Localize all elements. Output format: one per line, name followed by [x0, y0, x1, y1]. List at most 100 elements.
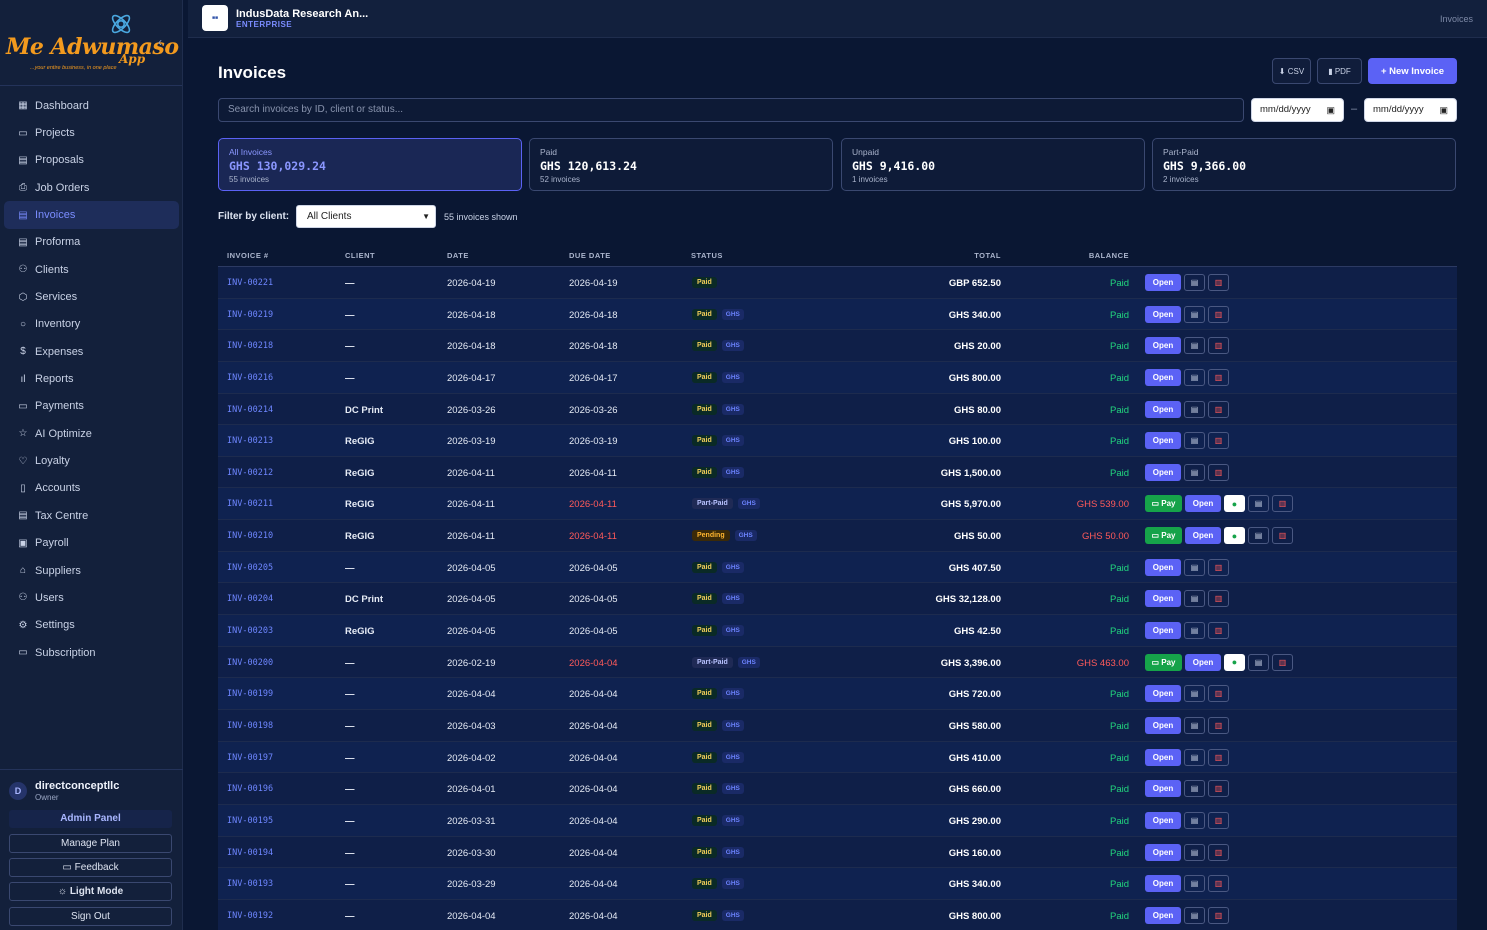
- invoice-number-link[interactable]: INV-00196: [227, 784, 273, 794]
- column-header[interactable]: DATE: [447, 251, 469, 260]
- trash-icon[interactable]: ▥: [1208, 811, 1229, 829]
- invoice-number-link[interactable]: INV-00197: [227, 753, 273, 763]
- document-icon[interactable]: ▤: [1184, 875, 1205, 893]
- document-icon[interactable]: ▤: [1184, 906, 1205, 924]
- trash-icon[interactable]: ▥: [1208, 875, 1229, 893]
- document-icon[interactable]: ▤: [1184, 305, 1205, 323]
- client-filter-select[interactable]: All Clients ▼: [296, 205, 436, 228]
- column-header[interactable]: DUE DATE: [569, 251, 611, 260]
- sidebar-item-job-orders[interactable]: ⎙ Job Orders: [4, 174, 179, 201]
- summary-card[interactable]: Unpaid GHS 9,416.00 1 invoices: [841, 138, 1145, 191]
- trash-icon[interactable]: ▥: [1208, 432, 1229, 450]
- open-button[interactable]: Open: [1145, 716, 1181, 734]
- invoice-number-link[interactable]: INV-00193: [227, 879, 273, 889]
- new-invoice-button[interactable]: + New Invoice: [1368, 58, 1457, 84]
- summary-card[interactable]: Part-Paid GHS 9,366.00 2 invoices: [1152, 138, 1456, 191]
- trash-icon[interactable]: ▥: [1208, 305, 1229, 323]
- invoice-number-link[interactable]: INV-00213: [227, 436, 273, 446]
- document-icon[interactable]: ▤: [1184, 716, 1205, 734]
- open-button[interactable]: Open: [1145, 463, 1181, 481]
- open-button[interactable]: Open: [1145, 622, 1181, 640]
- sidebar-item-inventory[interactable]: ○ Inventory: [4, 311, 179, 338]
- invoice-number-link[interactable]: INV-00219: [227, 310, 273, 320]
- invoice-number-link[interactable]: INV-00198: [227, 721, 273, 731]
- admin-panel-button[interactable]: Admin Panel: [9, 810, 172, 828]
- trash-icon[interactable]: ▥: [1208, 716, 1229, 734]
- open-button[interactable]: Open: [1145, 274, 1181, 291]
- calendar-icon[interactable]: ▣: [1439, 99, 1448, 121]
- trash-icon[interactable]: ▥: [1272, 527, 1293, 545]
- document-icon[interactable]: ▤: [1184, 400, 1205, 418]
- document-icon[interactable]: ▤: [1184, 843, 1205, 861]
- brand-logo[interactable]: Me Adwumaso App ...your entire business,…: [0, 0, 182, 86]
- trash-icon[interactable]: ▥: [1208, 590, 1229, 608]
- sidebar-item-reports[interactable]: ıl Reports: [4, 365, 179, 392]
- document-icon[interactable]: ▤: [1184, 337, 1205, 355]
- open-button[interactable]: Open: [1185, 653, 1221, 671]
- open-button[interactable]: Open: [1145, 368, 1181, 386]
- feedback-button[interactable]: ▭ Feedback: [9, 858, 172, 877]
- sidebar-item-services[interactable]: ⬡ Services: [4, 283, 179, 310]
- open-button[interactable]: Open: [1185, 495, 1221, 513]
- sidebar-item-settings[interactable]: ⚙ Settings: [4, 612, 179, 639]
- trash-icon[interactable]: ▥: [1272, 495, 1293, 513]
- trash-icon[interactable]: ▥: [1208, 748, 1229, 766]
- summary-card[interactable]: Paid GHS 120,613.24 52 invoices: [529, 138, 833, 191]
- document-icon[interactable]: ▤: [1248, 653, 1269, 671]
- open-button[interactable]: Open: [1145, 400, 1181, 418]
- document-icon[interactable]: ▤: [1184, 463, 1205, 481]
- invoice-number-link[interactable]: INV-00218: [227, 341, 273, 351]
- document-icon[interactable]: ▤: [1184, 368, 1205, 386]
- avatar[interactable]: D: [9, 782, 27, 800]
- open-button[interactable]: Open: [1145, 590, 1181, 608]
- invoice-number-link[interactable]: INV-00204: [227, 594, 273, 604]
- whatsapp-icon[interactable]: ●: [1224, 495, 1245, 513]
- sidebar-item-loyalty[interactable]: ♡ Loyalty: [4, 447, 179, 474]
- invoice-number-link[interactable]: INV-00221: [227, 278, 273, 288]
- invoice-number-link[interactable]: INV-00199: [227, 689, 273, 699]
- sidebar-item-clients[interactable]: ⚇ Clients: [4, 256, 179, 283]
- invoice-number-link[interactable]: INV-00194: [227, 848, 273, 858]
- document-icon[interactable]: ▤: [1248, 495, 1269, 513]
- whatsapp-icon[interactable]: ●: [1224, 653, 1245, 671]
- invoice-number-link[interactable]: INV-00212: [227, 468, 273, 478]
- trash-icon[interactable]: ▥: [1208, 780, 1229, 798]
- trash-icon[interactable]: ▥: [1208, 400, 1229, 418]
- light-mode-button[interactable]: ☼ Light Mode: [9, 882, 172, 901]
- open-button[interactable]: Open: [1145, 780, 1181, 798]
- invoice-number-link[interactable]: INV-00195: [227, 816, 273, 826]
- sidebar-item-projects[interactable]: ▭ Projects: [4, 119, 179, 146]
- document-icon[interactable]: ▤: [1184, 811, 1205, 829]
- column-header[interactable]: BALANCE: [1089, 251, 1129, 260]
- document-icon[interactable]: ▤: [1184, 622, 1205, 640]
- document-icon[interactable]: ▤: [1184, 685, 1205, 703]
- invoice-number-link[interactable]: INV-00211: [227, 499, 273, 509]
- collapse-sidebar-icon[interactable]: ‹: [158, 35, 162, 49]
- invoice-number-link[interactable]: INV-00216: [227, 373, 273, 383]
- whatsapp-icon[interactable]: ●: [1224, 527, 1245, 545]
- open-button[interactable]: Open: [1145, 843, 1181, 861]
- search-input[interactable]: Search invoices by ID, client or status.…: [218, 98, 1244, 122]
- document-icon[interactable]: ▤: [1184, 432, 1205, 450]
- trash-icon[interactable]: ▥: [1208, 685, 1229, 703]
- trash-icon[interactable]: ▥: [1208, 274, 1229, 291]
- sidebar-item-proposals[interactable]: ▤ Proposals: [4, 147, 179, 174]
- sign-out-button[interactable]: Sign Out: [9, 907, 172, 926]
- sidebar-item-users[interactable]: ⚇ Users: [4, 584, 179, 611]
- document-icon[interactable]: ▤: [1184, 748, 1205, 766]
- open-button[interactable]: Open: [1145, 558, 1181, 576]
- open-button[interactable]: Open: [1145, 305, 1181, 323]
- trash-icon[interactable]: ▥: [1208, 843, 1229, 861]
- pay-button[interactable]: ▭ Pay: [1145, 653, 1182, 671]
- open-button[interactable]: Open: [1145, 906, 1181, 924]
- sidebar-item-payments[interactable]: ▭ Payments: [4, 393, 179, 420]
- sidebar-item-tax-centre[interactable]: ▤ Tax Centre: [4, 502, 179, 529]
- open-button[interactable]: Open: [1185, 527, 1221, 545]
- document-icon[interactable]: ▤: [1184, 780, 1205, 798]
- column-header[interactable]: TOTAL: [974, 251, 1001, 260]
- trash-icon[interactable]: ▥: [1208, 463, 1229, 481]
- document-icon[interactable]: ▤: [1184, 590, 1205, 608]
- open-button[interactable]: Open: [1145, 432, 1181, 450]
- open-button[interactable]: Open: [1145, 748, 1181, 766]
- document-icon[interactable]: ▤: [1184, 274, 1205, 291]
